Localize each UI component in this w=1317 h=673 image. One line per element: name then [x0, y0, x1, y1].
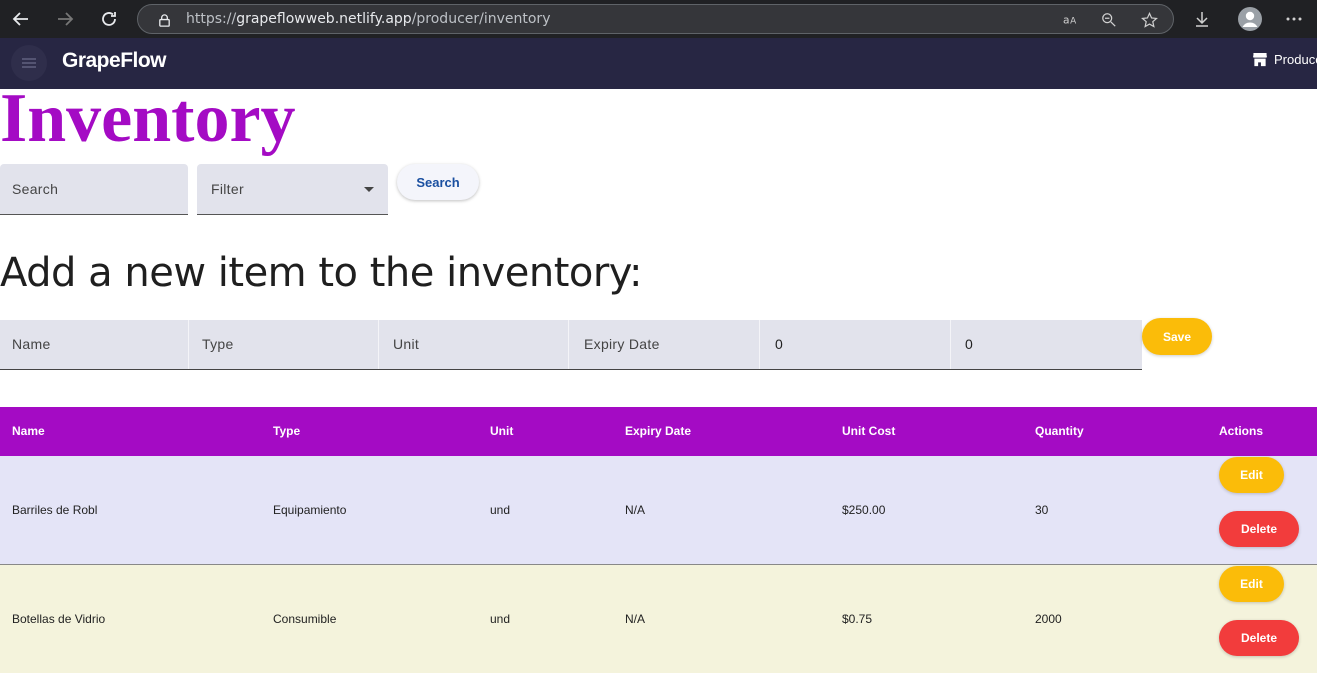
name-placeholder: Name [12, 336, 51, 352]
dropdown-arrow-icon [364, 187, 374, 192]
edit-button[interactable]: Edit [1219, 457, 1284, 493]
page-title: Inventory [0, 80, 296, 157]
cell-quantity: 30 [1035, 503, 1049, 517]
store-icon [1252, 52, 1268, 67]
type-field[interactable]: Type [190, 320, 379, 369]
cell-expiry: N/A [625, 503, 646, 517]
url-prefix: https:// [186, 11, 237, 27]
unit-cost-field[interactable]: 0 [761, 320, 951, 369]
cell-unit-cost: $250.00 [842, 503, 886, 517]
cell-unit: und [490, 503, 511, 517]
header-unit: Unit [490, 424, 514, 438]
more-options-icon[interactable] [1283, 8, 1305, 30]
favorite-star-icon[interactable] [1140, 11, 1158, 29]
cell-type: Consumible [273, 612, 337, 626]
expiry-date-field[interactable]: Expiry Date [570, 320, 760, 369]
read-aloud-icon[interactable]: aA [1062, 11, 1080, 29]
forward-icon[interactable] [53, 7, 77, 31]
back-icon[interactable] [9, 7, 33, 31]
delete-button[interactable]: Delete [1219, 620, 1299, 656]
cell-quantity: 2000 [1035, 612, 1062, 626]
delete-button[interactable]: Delete [1219, 511, 1299, 547]
unit-cost-value: 0 [775, 336, 784, 352]
table-header: Name Type Unit Expiry Date Unit Cost Qua… [0, 407, 1317, 456]
lock-icon[interactable] [155, 11, 173, 29]
expiry-placeholder: Expiry Date [584, 336, 660, 352]
search-input[interactable]: Search [0, 164, 188, 215]
header-type: Type [273, 424, 301, 438]
search-placeholder: Search [12, 181, 59, 197]
add-item-heading: Add a new item to the inventory: [0, 250, 643, 296]
cell-name: Botellas de Vidrio [12, 612, 106, 626]
address-bar[interactable]: https://grapeflowweb.netlify.app/produce… [137, 4, 1174, 34]
header-expiry-date: Expiry Date [625, 424, 692, 438]
cell-expiry: N/A [625, 612, 646, 626]
brand-logo[interactable]: GrapeFlow [62, 49, 167, 73]
save-button[interactable]: Save [1142, 318, 1212, 355]
unit-field[interactable]: Unit [380, 320, 569, 369]
producer-nav-label: Produce [1274, 52, 1317, 67]
table-row: Barriles de Robl Equipamiento und N/A $2… [0, 456, 1317, 565]
cell-unit: und [490, 612, 511, 626]
add-item-form: Name Type Unit Expiry Date 0 0 [0, 320, 1142, 370]
type-placeholder: Type [202, 336, 234, 352]
quantity-field[interactable]: 0 [952, 320, 1142, 369]
header-unit-cost: Unit Cost [842, 424, 896, 438]
url-host: grapeflowweb.netlify.app [236, 11, 412, 27]
url-text[interactable]: https://grapeflowweb.netlify.app/produce… [186, 11, 550, 27]
zoom-icon[interactable] [1100, 11, 1118, 29]
unit-placeholder: Unit [393, 336, 420, 352]
header-actions: Actions [1219, 424, 1264, 438]
filter-select[interactable]: Filter [197, 164, 388, 215]
svg-text:a: a [1063, 14, 1070, 27]
name-field[interactable]: Name [0, 320, 189, 369]
url-path: /producer/inventory [411, 11, 551, 27]
edit-button[interactable]: Edit [1219, 566, 1284, 602]
svg-text:A: A [1070, 17, 1076, 27]
download-icon[interactable] [1191, 8, 1213, 30]
filter-placeholder: Filter [211, 181, 244, 197]
table-row: Botellas de Vidrio Consumible und N/A $0… [0, 565, 1317, 673]
header-quantity: Quantity [1035, 424, 1084, 438]
hamburger-menu-icon[interactable] [11, 45, 47, 81]
header-name: Name [12, 424, 45, 438]
search-button[interactable]: Search [397, 164, 479, 200]
profile-avatar-icon[interactable] [1237, 6, 1262, 31]
producer-nav-link[interactable]: Produce [1252, 52, 1317, 67]
browser-toolbar: https://grapeflowweb.netlify.app/produce… [0, 0, 1317, 38]
cell-type: Equipamiento [273, 503, 347, 517]
cell-unit-cost: $0.75 [842, 612, 873, 626]
cell-name: Barriles de Robl [12, 503, 98, 517]
quantity-value: 0 [965, 336, 974, 352]
reload-icon[interactable] [97, 7, 121, 31]
